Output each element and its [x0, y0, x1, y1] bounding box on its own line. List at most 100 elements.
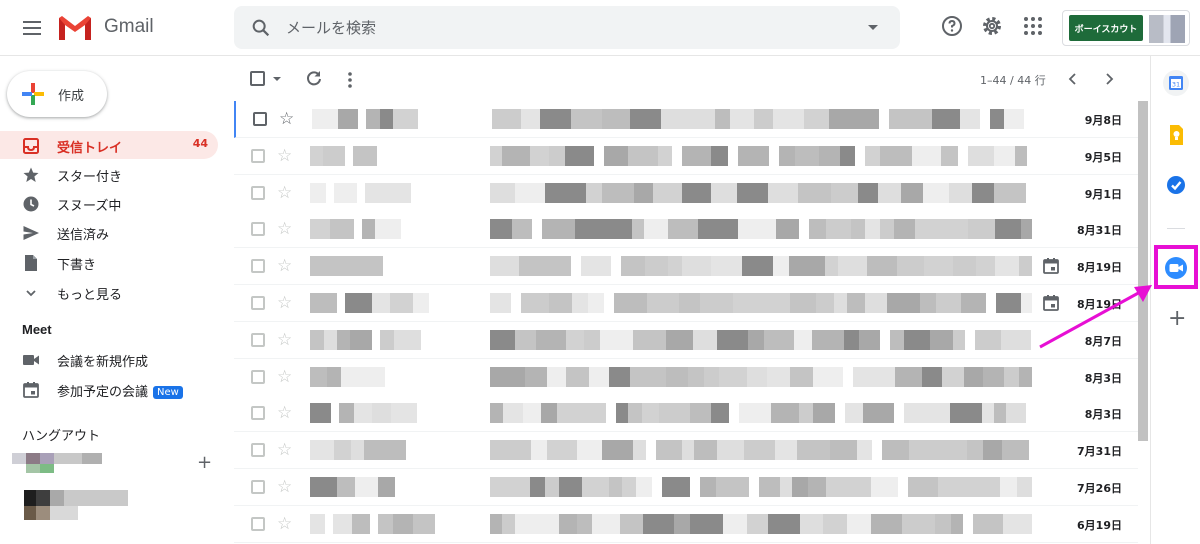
email-checkbox[interactable]: [251, 443, 265, 458]
google-calendar-icon[interactable]: 31: [1163, 70, 1189, 96]
email-sender-redacted: [310, 513, 480, 534]
email-checkbox[interactable]: [251, 148, 265, 163]
star-icon[interactable]: ☆: [277, 146, 292, 166]
meet-item-label: 参加予定の会議 New: [57, 381, 183, 400]
star-icon[interactable]: ☆: [277, 183, 292, 203]
email-checkbox[interactable]: [251, 516, 265, 531]
scrollbar[interactable]: [1138, 101, 1148, 441]
email-sender-redacted: [310, 182, 480, 203]
sidebar-item-inbox[interactable]: 受信トレイ 44: [0, 131, 218, 159]
email-sender-redacted: [312, 109, 482, 129]
gmail-app: Gmail ボーイスカウト: [0, 0, 1200, 544]
search-bar[interactable]: [234, 6, 900, 49]
account-switcher[interactable]: ボーイスカウト: [1062, 10, 1190, 46]
email-checkbox[interactable]: [251, 332, 265, 347]
email-row[interactable]: ☆ 7月31日: [234, 432, 1138, 470]
inbox-icon: [23, 138, 39, 154]
prev-page-icon[interactable]: [1064, 70, 1082, 88]
get-addons-plus-icon[interactable]: +: [1168, 306, 1186, 331]
google-keep-icon[interactable]: [1163, 122, 1189, 148]
email-sender-redacted: [310, 366, 480, 387]
star-icon[interactable]: ☆: [277, 330, 292, 350]
email-row[interactable]: ☆ 8月19日: [234, 285, 1138, 322]
avatar[interactable]: [1149, 15, 1185, 43]
hangouts-section-title: ハングアウト: [22, 428, 101, 443]
email-sender-redacted: [310, 440, 480, 461]
refresh-icon[interactable]: [304, 69, 324, 89]
email-sender-redacted: [310, 329, 480, 350]
email-date: 8月3日: [1084, 408, 1122, 422]
star-icon[interactable]: ☆: [279, 109, 294, 129]
gear-icon[interactable]: [980, 14, 1004, 38]
calendar-invite-icon[interactable]: [1042, 257, 1060, 275]
clock-icon: [23, 196, 39, 212]
main-menu-button[interactable]: [14, 12, 50, 44]
email-checkbox[interactable]: [251, 259, 265, 274]
annotation-arrow: [1039, 285, 1152, 349]
email-row[interactable]: ☆ 8月31日: [234, 211, 1138, 249]
email-checkbox[interactable]: [251, 296, 265, 310]
star-icon[interactable]: ☆: [277, 440, 292, 460]
sidebar-item-label: もっと見る: [57, 288, 123, 303]
email-sender-redacted: [310, 477, 480, 497]
gmail-logo-icon[interactable]: [57, 14, 93, 42]
search-icon[interactable]: [250, 17, 272, 39]
email-checkbox[interactable]: [251, 369, 265, 384]
email-sender-redacted: [310, 256, 480, 277]
google-tasks-icon[interactable]: [1163, 172, 1189, 198]
top-bar: Gmail ボーイスカウト: [0, 0, 1200, 56]
star-icon[interactable]: ☆: [277, 514, 292, 534]
hangout-contact-blurred[interactable]: [12, 490, 132, 522]
next-page-icon[interactable]: [1100, 70, 1118, 88]
email-row[interactable]: ☆ 8月19日: [234, 248, 1138, 286]
email-checkbox[interactable]: [251, 480, 265, 494]
email-row[interactable]: ☆ 8月3日: [234, 358, 1138, 396]
star-icon[interactable]: ☆: [277, 256, 292, 276]
sidebar-item-snoozed[interactable]: スヌーズ中: [0, 189, 218, 217]
email-row[interactable]: ☆ 6月19日: [234, 505, 1138, 543]
help-icon[interactable]: [940, 14, 964, 38]
compose-button[interactable]: 作成: [7, 71, 107, 117]
email-checkbox[interactable]: [251, 406, 265, 421]
select-options-caret-icon[interactable]: [273, 77, 281, 81]
email-row[interactable]: ☆ 9月8日: [234, 101, 1138, 138]
add-hangout-plus-icon[interactable]: +: [197, 452, 212, 473]
search-options-caret-icon[interactable]: [868, 25, 878, 30]
email-checkbox[interactable]: [253, 112, 267, 126]
email-row[interactable]: ☆ 8月7日: [234, 321, 1138, 359]
email-date: 9月8日: [1084, 114, 1122, 127]
email-subject-redacted: [490, 145, 1032, 166]
email-subject-redacted: [490, 513, 1032, 534]
email-subject-redacted: [490, 219, 1032, 240]
star-icon[interactable]: ☆: [277, 293, 292, 313]
star-icon[interactable]: ☆: [277, 477, 292, 497]
sidebar-item-starred[interactable]: スター付き: [0, 160, 218, 188]
select-all-checkbox[interactable]: [250, 71, 265, 86]
star-icon[interactable]: ☆: [277, 403, 292, 423]
search-input[interactable]: [286, 16, 826, 40]
sidebar-item-drafts[interactable]: 下書き: [0, 248, 218, 276]
email-row[interactable]: ☆ 8月3日: [234, 395, 1138, 433]
meet-join-meeting[interactable]: 参加予定の会議 New: [0, 375, 218, 403]
more-vert-icon[interactable]: [340, 70, 360, 90]
sidebar-item-more[interactable]: もっと見る: [0, 278, 218, 306]
email-date: 8月19日: [1077, 261, 1122, 275]
email-subject-redacted: [492, 109, 1034, 129]
star-icon[interactable]: ☆: [277, 219, 292, 239]
apps-grid-icon[interactable]: [1021, 14, 1045, 38]
email-row[interactable]: ☆ 7月26日: [234, 469, 1138, 506]
email-sender-redacted: [310, 293, 480, 313]
organization-logo: ボーイスカウト: [1069, 15, 1143, 41]
email-checkbox[interactable]: [251, 222, 265, 237]
sidebar-item-label: 下書き: [57, 258, 97, 273]
star-icon[interactable]: ☆: [277, 367, 292, 387]
hangout-contact-blurred[interactable]: [12, 453, 117, 475]
draft-icon: [25, 255, 37, 271]
star-icon: [23, 167, 39, 182]
meet-new-meeting[interactable]: 会議を新規作成: [0, 345, 218, 373]
sidebar-item-sent[interactable]: 送信済み: [0, 218, 218, 246]
email-row[interactable]: ☆ 9月1日: [234, 174, 1138, 212]
compose-label: 作成: [58, 89, 85, 104]
email-checkbox[interactable]: [251, 185, 265, 200]
email-row[interactable]: ☆ 9月5日: [234, 137, 1138, 175]
